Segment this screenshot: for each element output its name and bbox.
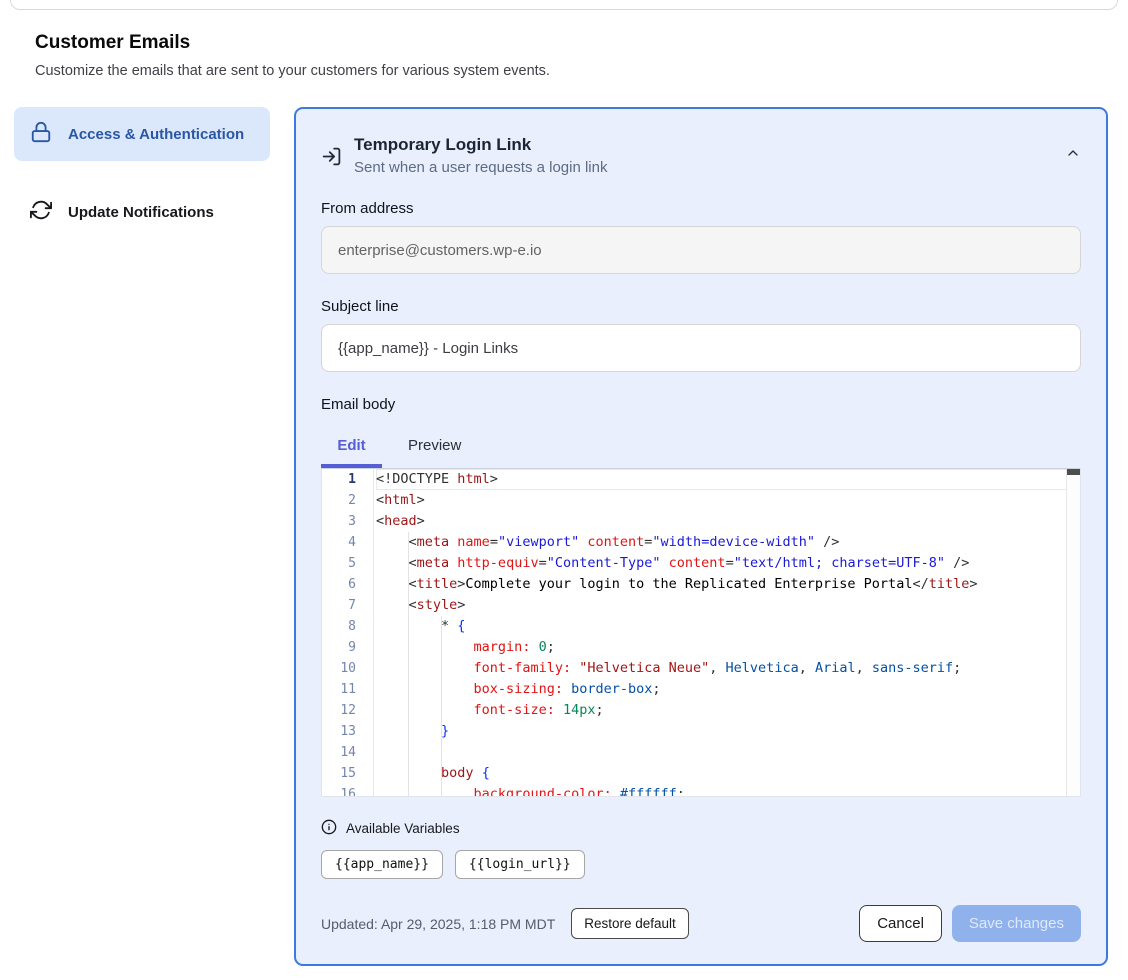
available-variables-label: Available Variables [346,821,460,836]
variable-chip[interactable]: {{app_name}} [321,850,443,879]
code-line[interactable]: 9 margin: 0; [322,637,1080,658]
code-line[interactable]: 1<!DOCTYPE html> [322,469,1080,490]
line-number: 13 [322,721,366,742]
variable-chips: {{app_name}} {{login_url}} [321,850,1081,879]
line-number: 1 [322,469,366,490]
sidebar-item-update-notifications[interactable]: Update Notifications [14,185,270,239]
code-line[interactable]: 2<html> [322,490,1080,511]
code-line[interactable]: 13 } [322,721,1080,742]
line-number: 12 [322,700,366,721]
page-header: Customer Emails Customize the emails tha… [0,10,1128,79]
line-number: 11 [322,679,366,700]
code-line[interactable]: 12 font-size: 14px; [322,700,1080,721]
code-line[interactable]: 7 <style> [322,595,1080,616]
line-number: 9 [322,637,366,658]
subject-line-input[interactable] [321,324,1081,372]
lock-icon [30,121,52,147]
code-line[interactable]: 16 background-color: #ffffff; [322,784,1080,797]
card-subtitle: Sent when a user requests a login link [354,159,607,176]
email-body-label: Email body [321,396,1081,413]
code-line[interactable]: 6 <title>Complete your login to the Repl… [322,574,1080,595]
updated-timestamp: Updated: Apr 29, 2025, 1:18 PM MDT [321,916,555,932]
indent-guide [408,532,409,796]
line-number: 3 [322,511,366,532]
line-number: 16 [322,784,366,797]
code-editor[interactable]: 1<!DOCTYPE html>2<html>3<head>4 <meta na… [321,468,1081,797]
scrollbar-thumb[interactable] [1067,469,1080,475]
cancel-button[interactable]: Cancel [859,905,942,942]
line-number: 6 [322,574,366,595]
page-subtitle: Customize the emails that are sent to yo… [35,63,1093,79]
code-line[interactable]: 14 [322,742,1080,763]
indent-guide [441,616,442,796]
sidebar: Access & Authentication Update Notificat… [14,107,270,239]
editor-scrollbar[interactable] [1066,469,1080,796]
collapse-button[interactable] [1065,145,1081,164]
chevron-up-icon [1065,149,1081,164]
line-number: 8 [322,616,366,637]
log-in-icon [321,146,342,172]
previous-card-bottom-edge [10,0,1118,10]
code-line[interactable]: 10 font-family: "Helvetica Neue", Helvet… [322,658,1080,679]
sidebar-item-access-authentication[interactable]: Access & Authentication [14,107,270,161]
code-line[interactable]: 4 <meta name="viewport" content="width=d… [322,532,1080,553]
card-title: Temporary Login Link [354,135,607,155]
save-changes-button[interactable]: Save changes [952,905,1081,942]
line-number: 15 [322,763,366,784]
sidebar-item-label: Update Notifications [68,204,214,221]
line-number: 2 [322,490,366,511]
line-number: 14 [322,742,366,763]
refresh-icon [30,199,52,225]
code-line[interactable]: 8 * { [322,616,1080,637]
tab-edit[interactable]: Edit [321,429,382,464]
email-template-card: Temporary Login Link Sent when a user re… [294,107,1108,966]
tab-preview[interactable]: Preview [394,429,475,464]
subject-line-label: Subject line [321,298,1081,315]
gutter-divider [373,469,374,796]
line-number: 4 [322,532,366,553]
sidebar-item-label: Access & Authentication [68,126,244,143]
code-line[interactable]: 15 body { [322,763,1080,784]
editor-tabs: Edit Preview [321,429,1081,464]
code-line[interactable]: 5 <meta http-equiv="Content-Type" conten… [322,553,1080,574]
line-number: 10 [322,658,366,679]
variable-chip[interactable]: {{login_url}} [455,850,585,879]
code-line[interactable]: 3<head> [322,511,1080,532]
code-line[interactable]: 11 box-sizing: border-box; [322,679,1080,700]
line-number: 7 [322,595,366,616]
info-icon [321,819,337,838]
from-address-label: From address [321,200,1081,217]
from-address-input[interactable] [321,226,1081,274]
line-number: 5 [322,553,366,574]
page-title: Customer Emails [35,32,1093,54]
restore-default-button[interactable]: Restore default [571,908,689,939]
